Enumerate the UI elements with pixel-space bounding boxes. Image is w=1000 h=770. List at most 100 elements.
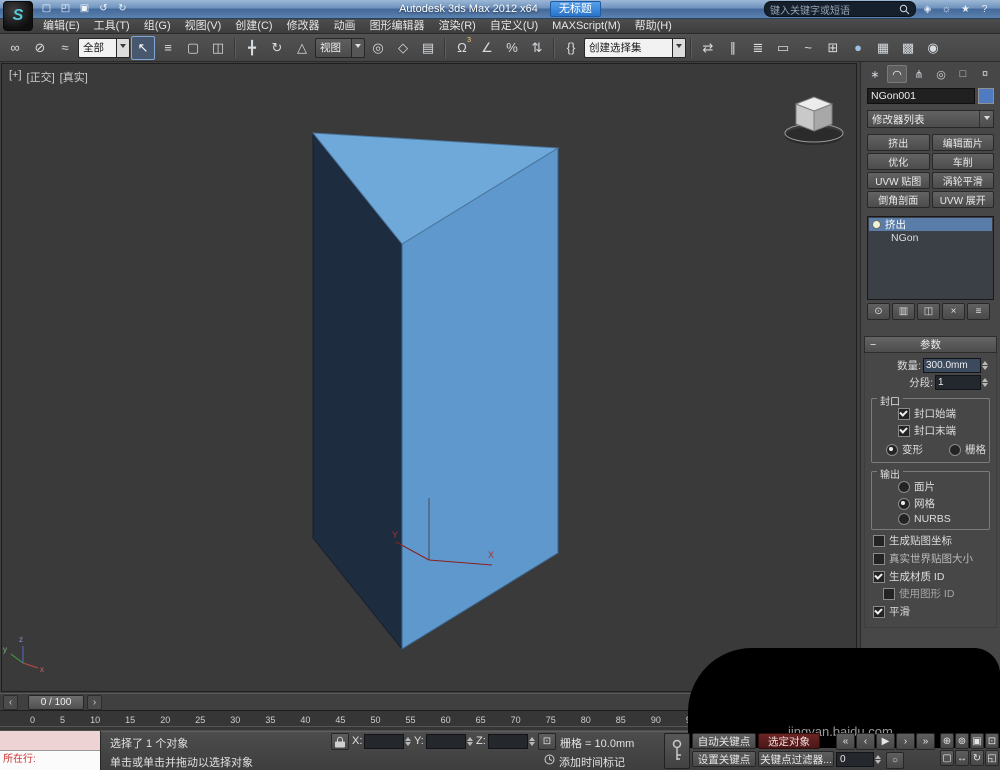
select-object-button[interactable]: ↖ xyxy=(131,36,155,60)
material-editor-icon[interactable]: ● xyxy=(846,36,870,60)
previous-frame-icon[interactable]: ‹ xyxy=(856,733,875,750)
menu-item[interactable]: 图形编辑器 xyxy=(363,18,432,34)
cap-start-checkbox[interactable] xyxy=(898,408,910,420)
select-and-link-icon[interactable]: ∞ xyxy=(3,36,27,60)
help-icon[interactable]: ? xyxy=(977,2,992,16)
select-by-name-icon[interactable]: ≡ xyxy=(156,36,180,60)
undo-icon[interactable]: ↺ xyxy=(95,1,112,16)
time-slider-handle[interactable]: 0 / 100 xyxy=(28,695,84,710)
key-mode-toggle-icon[interactable]: ○ xyxy=(886,752,904,769)
zoom-all-icon[interactable]: ⊚ xyxy=(955,733,969,749)
named-selection-sets-dropdown[interactable]: 创建选择集 xyxy=(584,38,686,58)
morph-radio[interactable] xyxy=(886,444,898,456)
pin-stack-icon[interactable]: ⊙ xyxy=(867,303,890,320)
object-color-swatch[interactable] xyxy=(978,88,994,104)
modifier-list-dropdown[interactable]: 修改器列表 xyxy=(867,110,994,128)
use-shape-id-checkbox[interactable] xyxy=(883,588,895,600)
selection-lock-icon[interactable] xyxy=(331,733,349,750)
graphite-ribbon-icon[interactable]: ▭ xyxy=(771,36,795,60)
prism-object[interactable] xyxy=(313,133,558,649)
menu-item[interactable]: MAXScript(M) xyxy=(545,18,627,34)
zoom-extents-all-icon[interactable]: ⊡ xyxy=(985,733,999,749)
patch-radio[interactable] xyxy=(898,481,910,493)
open-file-icon[interactable]: ◰ xyxy=(57,1,74,16)
key-filters-button[interactable]: 关键点过滤器... xyxy=(758,751,834,767)
maxscript-mini-listener[interactable]: 所在行: xyxy=(0,731,101,770)
segments-field[interactable]: 1 xyxy=(935,375,981,390)
amount-spinner[interactable] xyxy=(982,361,991,370)
menu-item[interactable]: 视图(V) xyxy=(178,18,229,34)
subscription-center-icon[interactable]: ◈ xyxy=(920,2,935,16)
favorites-icon[interactable]: ★ xyxy=(958,2,973,16)
zoom-icon[interactable]: ⊕ xyxy=(940,733,954,749)
render-setup-icon[interactable]: ▦ xyxy=(871,36,895,60)
show-end-result-icon[interactable]: ▥ xyxy=(892,303,915,320)
y-coordinate-spinner[interactable] xyxy=(467,737,476,746)
percent-snap-icon[interactable]: % xyxy=(500,36,524,60)
nurbs-radio[interactable] xyxy=(898,513,910,525)
modifier-preset-button[interactable]: 倒角剖面 xyxy=(867,191,930,208)
modifier-enabled-bulb-icon[interactable] xyxy=(872,220,881,229)
modifier-preset-button[interactable]: UVW 展开 xyxy=(932,191,995,208)
viewcube[interactable] xyxy=(785,97,843,145)
cap-end-checkbox[interactable] xyxy=(898,425,910,437)
rollout-collapse-icon[interactable]: − xyxy=(870,339,876,351)
time-slider-right-arrow[interactable]: › xyxy=(87,695,102,710)
rendered-frame-window-icon[interactable]: ▩ xyxy=(896,36,920,60)
search-icon[interactable] xyxy=(899,4,910,15)
amount-field[interactable]: 300.0mm xyxy=(923,358,981,373)
select-and-move-icon[interactable]: ╋ xyxy=(240,36,264,60)
remove-modifier-icon[interactable]: × xyxy=(942,303,965,320)
go-to-start-icon[interactable]: « xyxy=(836,733,855,750)
absolute-offset-toggle-icon[interactable]: ⊡ xyxy=(538,733,556,750)
chevron-down-icon[interactable] xyxy=(979,111,993,127)
viewport-label[interactable]: [正交] xyxy=(27,69,55,85)
create-tab-icon[interactable]: ∗ xyxy=(865,65,885,83)
menu-item[interactable]: 自定义(U) xyxy=(483,18,545,34)
chevron-down-icon[interactable] xyxy=(116,39,129,57)
menu-item[interactable]: 渲染(R) xyxy=(432,18,483,34)
keyboard-shortcut-override-icon[interactable]: ▤ xyxy=(416,36,440,60)
modify-tab-icon[interactable]: ◠ xyxy=(887,65,907,83)
bind-to-spacewarp-icon[interactable]: ≈ xyxy=(53,36,77,60)
generate-material-id-checkbox[interactable] xyxy=(873,571,885,583)
utilities-tab-icon[interactable]: ¤ xyxy=(975,65,995,83)
reference-coordinate-dropdown[interactable]: 视图 xyxy=(315,38,365,58)
edit-named-sets-icon[interactable]: {} xyxy=(559,36,583,60)
curve-editor-icon[interactable]: ~ xyxy=(796,36,820,60)
select-and-scale-icon[interactable]: △ xyxy=(290,36,314,60)
render-production-icon[interactable]: ◉ xyxy=(921,36,945,60)
play-icon[interactable]: ▶ xyxy=(876,733,895,750)
menu-item[interactable]: 修改器 xyxy=(280,18,327,34)
segments-spinner[interactable] xyxy=(982,378,991,387)
y-coordinate-field[interactable] xyxy=(426,734,466,749)
layer-manager-icon[interactable]: ≣ xyxy=(746,36,770,60)
listener-pane[interactable]: 所在行: xyxy=(0,751,100,770)
motion-tab-icon[interactable]: ◎ xyxy=(931,65,951,83)
z-coordinate-field[interactable] xyxy=(488,734,528,749)
z-coordinate-spinner[interactable] xyxy=(529,737,538,746)
object-name-field[interactable]: NGon001 xyxy=(867,88,975,104)
modifier-stack-list[interactable]: 挤出 NGon xyxy=(867,216,994,300)
time-slider-left-arrow[interactable]: ‹ xyxy=(3,695,18,710)
zoom-extents-icon[interactable]: ▣ xyxy=(970,733,984,749)
select-and-manipulate-icon[interactable]: ◇ xyxy=(391,36,415,60)
modifier-preset-button[interactable]: UVW 贴图 xyxy=(867,172,930,189)
viewport-label[interactable]: [真实] xyxy=(60,69,88,85)
new-scene-icon[interactable]: ▢ xyxy=(38,1,55,16)
mirror-icon[interactable]: ⇄ xyxy=(696,36,720,60)
redo-icon[interactable]: ↻ xyxy=(114,1,131,16)
modifier-preset-button[interactable]: 挤出 xyxy=(867,134,930,151)
modifier-preset-button[interactable]: 优化 xyxy=(867,153,930,170)
mesh-radio[interactable] xyxy=(898,498,910,510)
macro-recorder-pane[interactable] xyxy=(0,731,100,751)
modifier-preset-button[interactable]: 编辑面片 xyxy=(932,134,995,151)
hierarchy-tab-icon[interactable]: ⋔ xyxy=(909,65,929,83)
current-frame-field[interactable]: 0 xyxy=(836,752,874,767)
viewport-canvas[interactable]: Y X x y z xyxy=(2,64,856,691)
configure-modifier-sets-icon[interactable]: ≡ xyxy=(967,303,990,320)
grid-radio[interactable] xyxy=(949,444,961,456)
menu-item[interactable]: 创建(C) xyxy=(228,18,279,34)
stack-item-extrude[interactable]: 挤出 xyxy=(869,218,992,231)
go-to-end-icon[interactable]: » xyxy=(916,733,935,750)
